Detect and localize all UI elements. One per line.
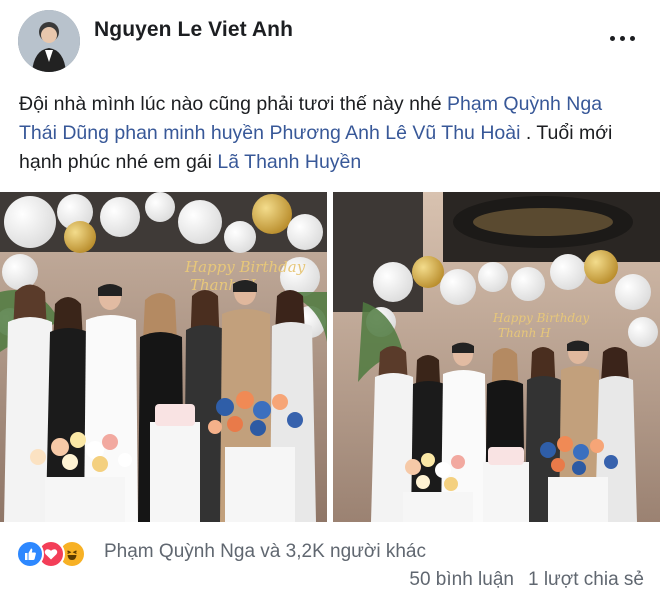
post-header: Nguyen Le Viet Anh — [0, 0, 660, 80]
banner-text: Thanh H — [498, 326, 551, 340]
author-name[interactable]: Nguyen Le Viet Anh — [94, 18, 293, 42]
tagged-user[interactable]: Lã Thanh Huyền — [217, 151, 361, 173]
more-dot-icon — [609, 35, 615, 41]
banner-text: Happy Birthday — [184, 258, 306, 276]
more-dot-icon — [629, 35, 635, 41]
reaction-summary[interactable]: Phạm Quỳnh Nga và 3,2K người khác — [104, 541, 426, 563]
caption-text: Đội nhà mình lúc nào cũng phải tươi thế … — [19, 93, 442, 115]
banner-text: Happy Birthday — [492, 311, 589, 325]
post-footer: Phạm Quỳnh Nga và 3,2K người khác 50 bìn… — [0, 530, 660, 598]
more-options-button[interactable] — [604, 28, 640, 48]
reaction-icons[interactable] — [16, 540, 100, 568]
post-photo-1[interactable]: Happy Birthday Thanh H — [0, 192, 327, 522]
tagged-user[interactable]: Phạm Quỳnh Nga — [447, 93, 602, 115]
engagement-counts: 50 bình luận 1 lượt chia sẻ — [409, 569, 644, 591]
comments-count[interactable]: 50 bình luận — [409, 569, 514, 590]
post-photo-2[interactable]: Happy Birthday Thanh H — [333, 192, 660, 522]
more-dot-icon — [619, 35, 625, 41]
post-caption: Đội nhà mình lúc nào cũng phải tươi thế … — [19, 90, 629, 177]
shares-count[interactable]: 1 lượt chia sẻ — [528, 569, 644, 590]
like-icon — [16, 540, 44, 568]
avatar[interactable] — [18, 10, 80, 72]
tagged-user[interactable]: phan minh huyền — [114, 122, 264, 144]
tagged-user[interactable]: Thái Dũng — [19, 122, 109, 144]
tagged-user[interactable]: Phương Anh — [269, 122, 379, 144]
tagged-user[interactable]: Lê Vũ Thu Hoài — [385, 122, 520, 144]
